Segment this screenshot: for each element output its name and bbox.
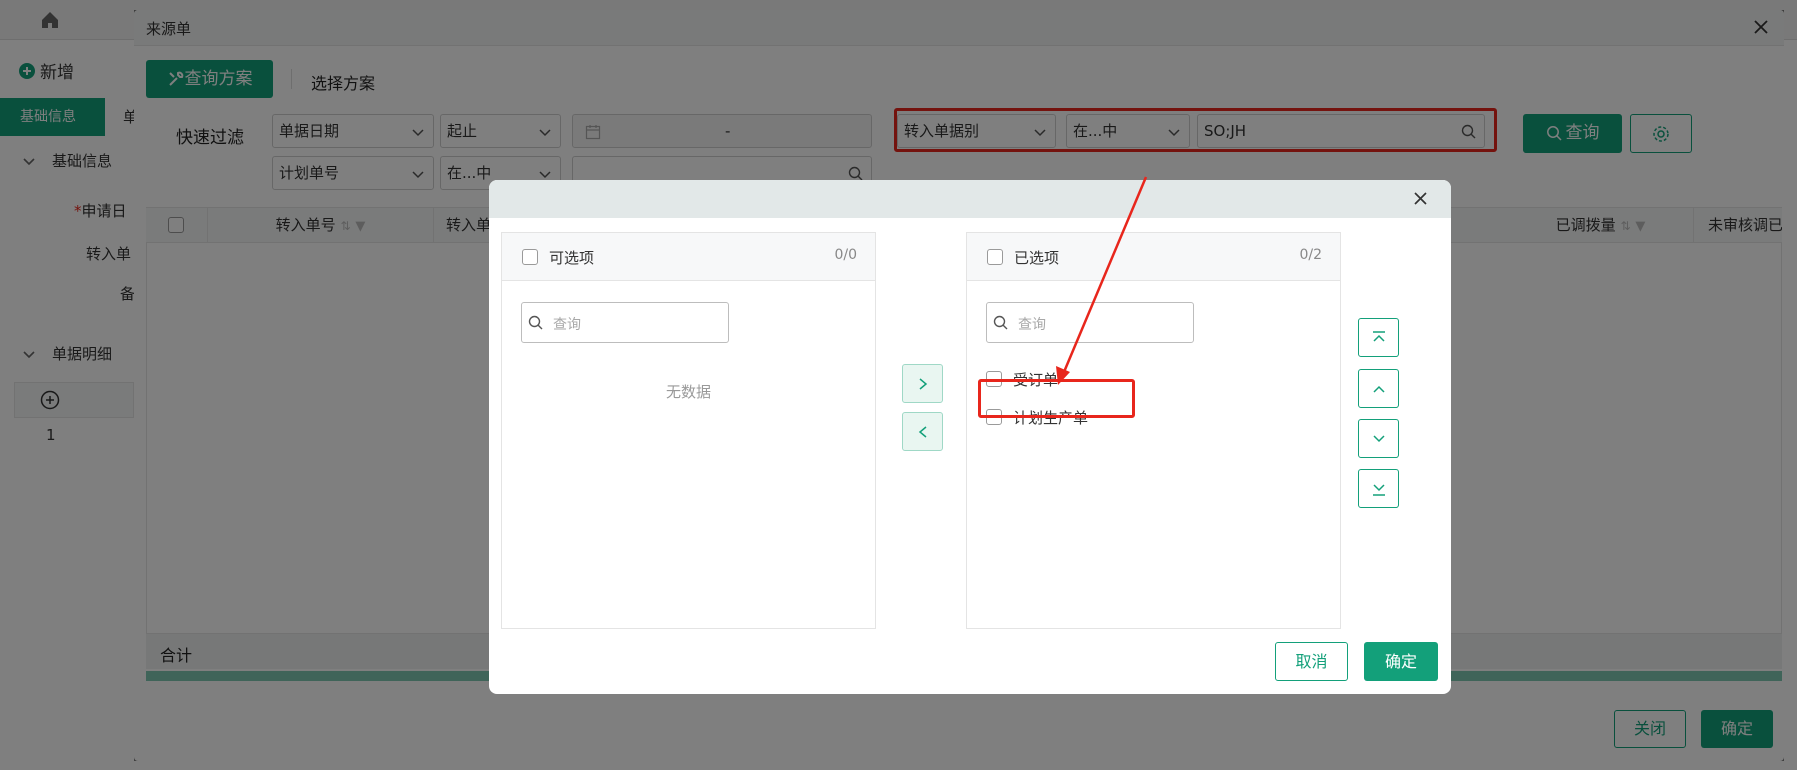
annotation-arrow (1056, 176, 1148, 385)
